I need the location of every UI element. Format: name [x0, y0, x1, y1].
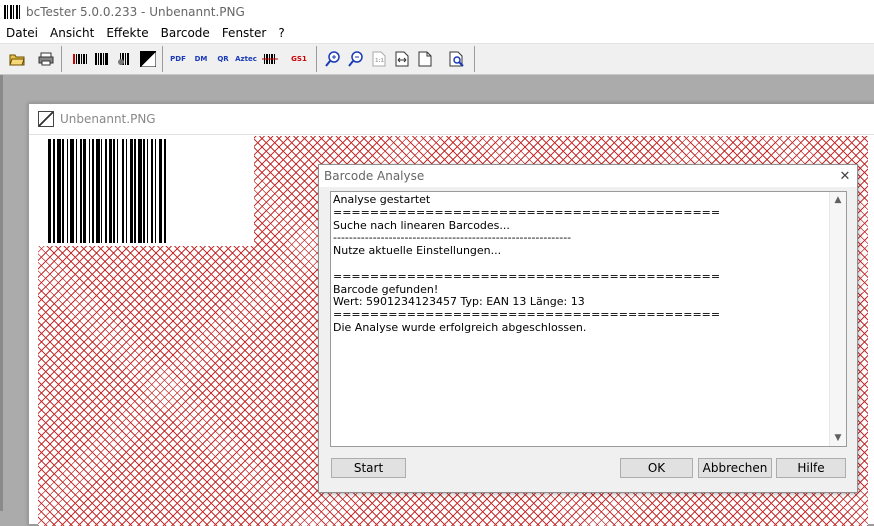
zoom-actual-icon[interactable]: 1:1	[370, 50, 388, 68]
log-line: ========================================…	[333, 269, 721, 283]
datamatrix-icon[interactable]: DM	[192, 50, 210, 68]
barcode-analysis-dialog: Barcode Analyse ✕ Analyse gestartet ====…	[318, 164, 858, 493]
dialog-title: Barcode Analyse	[324, 169, 425, 183]
folder-open-icon[interactable]	[8, 50, 26, 68]
log-line: Nutze aktuelle Einstellungen...	[333, 244, 502, 258]
analysis-log[interactable]: Analyse gestartet ======================…	[330, 191, 847, 447]
scroll-up-icon[interactable]: ▲	[830, 192, 846, 208]
menu-fenster[interactable]: Fenster	[216, 23, 273, 43]
help-button[interactable]: Hilfe	[776, 458, 846, 478]
log-line: Die Analyse wurde erfolgreich abgeschlos…	[333, 320, 587, 334]
menu-barcode[interactable]: Barcode	[155, 23, 216, 43]
linear-scan-icon[interactable]	[261, 50, 279, 68]
barcode-icon[interactable]	[93, 50, 111, 68]
aztec-label: Aztec	[235, 55, 257, 63]
barcode-image	[38, 136, 254, 246]
menu-help[interactable]: ?	[272, 23, 290, 43]
menu-effekte[interactable]: Effekte	[100, 23, 154, 43]
printer-icon[interactable]	[37, 50, 55, 68]
app-title: bcTester 5.0.0.233 - Unbenannt.PNG	[26, 4, 245, 19]
image-document-icon	[38, 111, 54, 127]
invert-icon[interactable]	[139, 50, 157, 68]
barcode-effect-icon[interactable]	[116, 50, 134, 68]
analyze-icon[interactable]	[448, 50, 466, 68]
fit-width-icon[interactable]	[393, 50, 411, 68]
scroll-down-icon[interactable]: ▼	[830, 430, 846, 446]
app-barcode-icon	[4, 4, 20, 19]
qr-label: QR	[217, 55, 229, 63]
dm-label: DM	[194, 55, 208, 63]
toolbar: PDF DM QR Aztec GS1 1:1	[0, 44, 874, 75]
gs1-icon[interactable]: GS1	[290, 50, 308, 68]
ok-button[interactable]: OK	[620, 458, 693, 478]
pdf417-icon[interactable]: PDF	[169, 50, 187, 68]
start-button[interactable]: Start	[331, 458, 406, 478]
barcode-bars	[48, 139, 166, 243]
cancel-button[interactable]: Abbrechen	[698, 458, 772, 478]
close-icon[interactable]: ✕	[833, 169, 857, 184]
log-line: Analyse gestartet	[333, 193, 431, 206]
log-scrollbar[interactable]: ▲ ▼	[829, 192, 846, 446]
svg-text:1:1: 1:1	[375, 58, 384, 64]
child-window-title: Unbenannt.PNG	[60, 112, 156, 126]
dialog-titlebar: Barcode Analyse ✕	[319, 165, 857, 187]
page-icon[interactable]	[416, 50, 434, 68]
menu-datei[interactable]: Datei	[0, 23, 44, 43]
gs1-label: GS1	[291, 55, 307, 63]
qr-icon[interactable]: QR	[214, 50, 232, 68]
aztec-icon[interactable]: Aztec	[235, 50, 257, 68]
app-titlebar: bcTester 5.0.0.233 - Unbenannt.PNG	[0, 0, 874, 23]
child-titlebar: Unbenannt.PNG	[29, 104, 874, 135]
menu-ansicht[interactable]: Ansicht	[44, 23, 100, 43]
barcode-color-icon[interactable]	[71, 50, 89, 68]
log-line: ========================================…	[333, 205, 721, 219]
zoom-out-icon[interactable]	[347, 50, 365, 68]
pdf-label: PDF	[170, 55, 186, 63]
menu-bar: Datei Ansicht Effekte Barcode Fenster ?	[0, 23, 874, 44]
zoom-in-icon[interactable]	[324, 50, 342, 68]
